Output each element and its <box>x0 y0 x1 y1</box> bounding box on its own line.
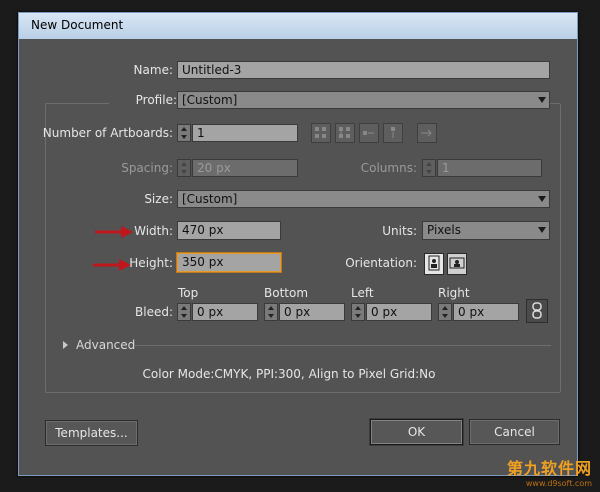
chevron-down-icon <box>538 97 546 103</box>
spacing-input[interactable]: 20 px <box>192 159 298 177</box>
size-select[interactable]: [Custom] <box>177 190 550 208</box>
width-label: Width: <box>134 224 173 238</box>
bleed-right-label: Right <box>438 286 470 300</box>
orientation-label: Orientation: <box>345 256 417 270</box>
height-label: Height: <box>129 256 173 270</box>
bleed-right-input[interactable]: 0 px <box>453 303 519 321</box>
chevron-down-icon <box>538 227 546 233</box>
bleed-top-input[interactable]: 0 px <box>192 303 258 321</box>
columns-label: Columns: <box>360 161 417 175</box>
right-to-left-layout-icon[interactable] <box>417 123 437 143</box>
advanced-divider <box>135 345 551 346</box>
profile-label: Profile: <box>109 93 177 107</box>
columns-stepper[interactable] <box>422 159 436 177</box>
columns-input[interactable]: 1 <box>437 159 542 177</box>
arrange-by-column-icon[interactable] <box>383 123 403 143</box>
artboards-input[interactable]: 1 <box>192 124 298 142</box>
profile-select[interactable]: [Custom] <box>177 91 550 109</box>
ok-button[interactable]: OK <box>370 419 463 445</box>
name-input[interactable]: Untitled-3 <box>177 61 550 79</box>
templates-button[interactable]: Templates... <box>45 420 138 446</box>
bleed-top-label: Top <box>178 286 199 300</box>
units-label: Units: <box>382 224 417 238</box>
dialog-title: New Document <box>31 18 124 32</box>
bleed-bottom-stepper[interactable] <box>264 303 278 321</box>
landscape-orientation-icon[interactable] <box>447 253 467 275</box>
cancel-button[interactable]: Cancel <box>469 419 560 445</box>
bleed-bottom-label: Bottom <box>264 286 309 300</box>
bleed-label: Bleed: <box>135 305 173 319</box>
height-input[interactable]: 350 px <box>177 253 281 272</box>
bleed-left-input[interactable]: 0 px <box>366 303 432 321</box>
spacing-stepper[interactable] <box>177 159 191 177</box>
profile-value: [Custom] <box>182 93 238 107</box>
watermark-text: 第九软件网 <box>506 459 592 478</box>
bleed-right-stepper[interactable] <box>438 303 452 321</box>
size-value: [Custom] <box>182 192 238 206</box>
artboards-label: Number of Artboards: <box>42 126 173 140</box>
size-label: Size: <box>144 192 173 206</box>
arrange-by-row-icon[interactable] <box>359 123 379 143</box>
title-bar[interactable]: New Document <box>19 13 577 39</box>
name-label: Name: <box>133 63 173 77</box>
document-info-text: Color Mode:CMYK, PPI:300, Align to Pixel… <box>142 367 436 381</box>
expand-triangle-icon[interactable] <box>63 341 68 349</box>
width-input[interactable]: 470 px <box>177 221 281 240</box>
chevron-down-icon <box>538 196 546 202</box>
site-watermark: 第九软件网 www.d9soft.com <box>507 455 592 488</box>
bleed-top-stepper[interactable] <box>177 303 191 321</box>
portrait-orientation-icon[interactable] <box>424 253 444 275</box>
bleed-left-stepper[interactable] <box>351 303 365 321</box>
grid-by-row-icon[interactable] <box>311 123 331 143</box>
bleed-left-label: Left <box>351 286 374 300</box>
watermark-url: www.d9soft.com <box>525 479 592 488</box>
new-document-dialog: New Document Name: Untitled-3 Profile: [… <box>18 12 578 476</box>
grid-by-column-icon[interactable] <box>335 123 355 143</box>
artboards-stepper[interactable] <box>177 124 191 142</box>
units-value: Pixels <box>427 223 462 237</box>
spacing-label: Spacing: <box>121 161 173 175</box>
bleed-bottom-input[interactable]: 0 px <box>279 303 345 321</box>
advanced-toggle[interactable]: Advanced <box>76 338 135 352</box>
units-select[interactable]: Pixels <box>422 221 550 240</box>
link-bleed-icon[interactable] <box>526 299 548 323</box>
